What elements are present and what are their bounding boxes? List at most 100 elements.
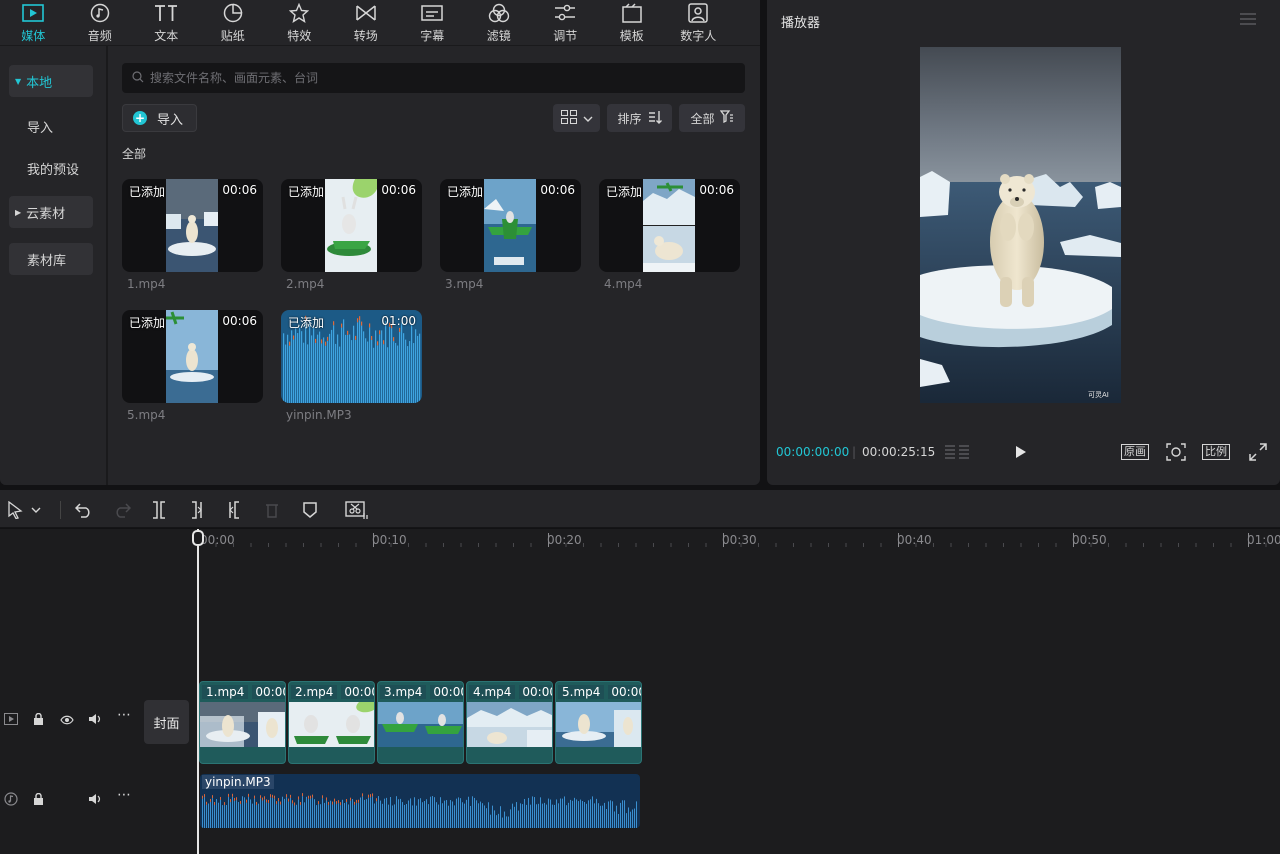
sidebar-item-local[interactable]: ▼ 本地	[9, 65, 93, 97]
thumbnail-image	[643, 179, 695, 272]
sidebar-item-cloud[interactable]: ▶ 云素材	[9, 196, 93, 228]
media-icon	[21, 2, 45, 24]
smart-cut-icon[interactable]	[344, 499, 370, 521]
cover-button[interactable]: 封面	[144, 700, 189, 744]
ruler-label: 00:10	[372, 533, 407, 547]
digital-human-icon	[686, 2, 710, 24]
tab-digital-human[interactable]: 数字人	[665, 0, 732, 46]
split-icon[interactable]	[148, 499, 170, 521]
lock-icon[interactable]	[33, 712, 44, 729]
timeline-audio-clip[interactable]: yinpin.MP3	[200, 774, 640, 828]
delete-icon[interactable]	[261, 499, 283, 521]
trim-left-icon[interactable]	[186, 499, 208, 521]
speaker-icon[interactable]	[88, 713, 102, 729]
video-track-header: ⋯	[0, 707, 140, 733]
trim-right-icon[interactable]	[223, 499, 245, 521]
tab-text[interactable]: 文本	[133, 0, 200, 46]
ruler-label: 00:30	[722, 533, 757, 547]
speaker-icon[interactable]	[88, 793, 102, 809]
sidebar-item-presets[interactable]: 我的预设	[9, 152, 93, 184]
sidebar-item-library[interactable]: 素材库	[9, 243, 93, 275]
import-button[interactable]: + 导入	[122, 104, 197, 132]
chevron-down-icon[interactable]	[29, 499, 43, 521]
media-card-name: 1.mp4	[127, 277, 166, 291]
original-quality-button[interactable]: 原画	[1121, 442, 1149, 462]
video-preview[interactable]: 可灵AI	[920, 47, 1121, 403]
filter-button[interactable]: 全部	[679, 104, 745, 132]
undo-icon[interactable]	[73, 499, 95, 521]
clip-frames	[378, 702, 463, 747]
media-card-name: 2.mp4	[286, 277, 325, 291]
player-panel: 播放器 可灵AI 00:00:00:00 | 00:00:25:15 原画 比例	[767, 0, 1280, 485]
search-bar[interactable]	[122, 63, 745, 93]
fit-screen-icon[interactable]	[1165, 442, 1187, 462]
timeline-video-clip[interactable]: 2.mp400:00:	[288, 681, 375, 764]
sort-icon	[648, 110, 662, 127]
top-tab-bar: 媒体 音频 文本 贴纸 特效 转场 字幕 滤镜 调节 模板 数字人	[0, 0, 760, 46]
tab-template[interactable]: 模板	[599, 0, 666, 46]
redo-icon[interactable]	[111, 499, 133, 521]
total-timecode: 00:00:25:15	[862, 445, 936, 459]
track-headers: ⋯ ⋯	[0, 529, 140, 854]
eye-icon[interactable]	[60, 714, 74, 729]
video-track-icon	[4, 713, 18, 729]
time-ruler[interactable]: 00:00 00:10 00:20 00:30 00:40 00:50 01:0…	[196, 529, 1280, 551]
more-icon[interactable]: ⋯	[117, 707, 131, 723]
media-card[interactable]: 已添加 00:06	[440, 179, 581, 272]
thumbnail-image	[166, 179, 218, 272]
section-heading: 全部	[122, 147, 147, 161]
ruler-label: 01:00	[1247, 533, 1280, 547]
captions-icon	[420, 2, 444, 24]
fullscreen-icon[interactable]	[1247, 442, 1269, 462]
sort-button[interactable]: 排序	[607, 104, 672, 132]
search-input[interactable]	[150, 71, 730, 85]
timeline-view-icon[interactable]	[944, 442, 970, 462]
timeline-video-clip[interactable]: 4.mp400:00:	[466, 681, 553, 764]
side-nav: ▼ 本地 导入 我的预设 ▶ 云素材 素材库	[0, 46, 108, 485]
tab-adjust[interactable]: 调节	[532, 0, 599, 46]
clip-frames	[289, 702, 374, 747]
caret-down-icon: ▼	[15, 76, 22, 86]
play-button[interactable]	[1011, 442, 1031, 462]
ruler-label: 00:20	[547, 533, 582, 547]
timeline-video-clip[interactable]: 5.mp400:00:	[555, 681, 642, 764]
menu-icon[interactable]	[1240, 12, 1256, 26]
tab-media[interactable]: 媒体	[0, 0, 67, 46]
lock-icon[interactable]	[33, 792, 44, 809]
media-card-name: 5.mp4	[127, 408, 166, 422]
tab-audio[interactable]: 音频	[67, 0, 134, 46]
tab-transition[interactable]: 转场	[333, 0, 400, 46]
audio-track-icon	[4, 792, 18, 810]
effects-icon	[287, 2, 311, 24]
view-mode-button[interactable]	[553, 104, 600, 132]
sidebar-item-import[interactable]: 导入	[9, 110, 93, 142]
thumbnail-image	[484, 179, 536, 272]
thumbnail-image	[166, 310, 218, 403]
clip-frames	[556, 702, 641, 747]
media-card[interactable]: 已添加 00:06	[122, 310, 263, 403]
aspect-ratio-button[interactable]: 比例	[1202, 442, 1230, 462]
select-tool-icon[interactable]	[4, 499, 26, 521]
marker-icon[interactable]	[299, 499, 321, 521]
tab-sticker[interactable]: 贴纸	[200, 0, 267, 46]
media-card-audio[interactable]: 已添加 01:00	[281, 310, 422, 403]
tab-filter[interactable]: 滤镜	[466, 0, 533, 46]
ruler-label: 00:00	[200, 533, 235, 547]
timeline-video-clip[interactable]: 3.mp400:00:	[377, 681, 464, 764]
tab-captions[interactable]: 字幕	[399, 0, 466, 46]
media-card-name: 3.mp4	[445, 277, 484, 291]
playhead[interactable]	[197, 529, 199, 854]
clip-frames	[467, 702, 552, 747]
grid-icon	[560, 109, 577, 127]
media-card[interactable]: 已添加 00:06	[599, 179, 740, 272]
timeline-video-clip[interactable]: 1.mp400:00:	[199, 681, 286, 764]
tab-effects[interactable]: 特效	[266, 0, 333, 46]
player-title: 播放器	[781, 16, 821, 31]
media-library: + 导入 排序 全部 全部	[110, 46, 760, 485]
ruler-label: 00:50	[1072, 533, 1107, 547]
playhead-handle[interactable]	[192, 530, 204, 546]
audio-icon	[88, 2, 112, 24]
more-icon[interactable]: ⋯	[117, 787, 131, 803]
media-card[interactable]: 已添加 00:06	[281, 179, 422, 272]
media-card[interactable]: 已添加 00:06	[122, 179, 263, 272]
